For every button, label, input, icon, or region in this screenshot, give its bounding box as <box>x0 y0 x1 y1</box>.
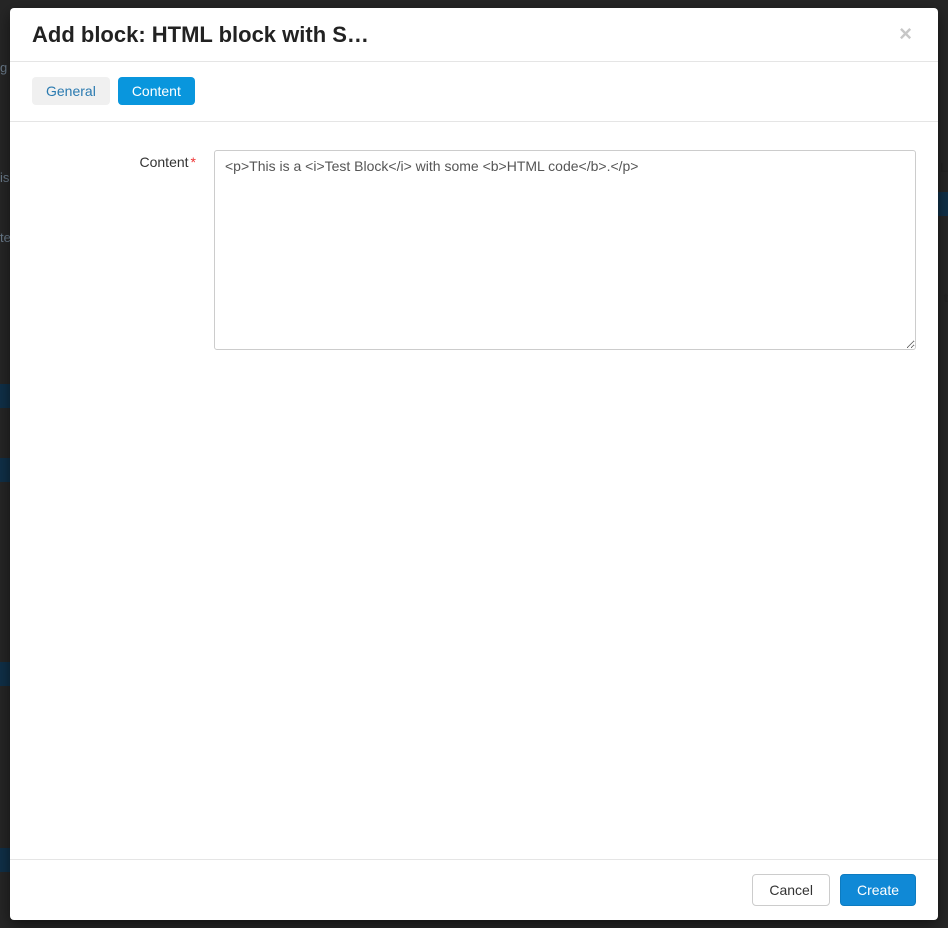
bg-stripe <box>0 458 10 482</box>
modal-title: Add block: HTML block with S… <box>32 23 369 47</box>
cancel-button[interactable]: Cancel <box>752 874 830 906</box>
bg-stripe <box>0 384 10 408</box>
tab-bar: General Content <box>10 77 938 122</box>
modal-dialog: Add block: HTML block with S… × General … <box>10 8 938 920</box>
tab-general[interactable]: General <box>32 77 110 105</box>
bg-text: L <box>940 160 948 175</box>
modal-body: General Content Content* <box>10 62 938 859</box>
modal-footer: Cancel Create <box>10 859 938 920</box>
tab-content[interactable]: Content <box>118 77 195 105</box>
content-textarea[interactable] <box>214 150 916 350</box>
close-icon[interactable]: × <box>895 23 916 45</box>
content-label-col: Content* <box>32 150 214 170</box>
required-indicator: * <box>191 154 196 170</box>
create-button[interactable]: Create <box>840 874 916 906</box>
bg-text: is <box>0 170 9 185</box>
content-label: Content <box>140 154 189 170</box>
bg-stripe <box>0 848 10 872</box>
modal-header: Add block: HTML block with S… × <box>10 8 938 62</box>
form-panel: Content* <box>10 122 938 383</box>
bg-stripe <box>0 662 10 686</box>
content-row: Content* <box>32 150 916 355</box>
content-field-col <box>214 150 916 355</box>
bg-text: t <box>944 290 948 305</box>
bg-text: g <box>0 60 7 75</box>
bg-stripe <box>938 192 948 216</box>
